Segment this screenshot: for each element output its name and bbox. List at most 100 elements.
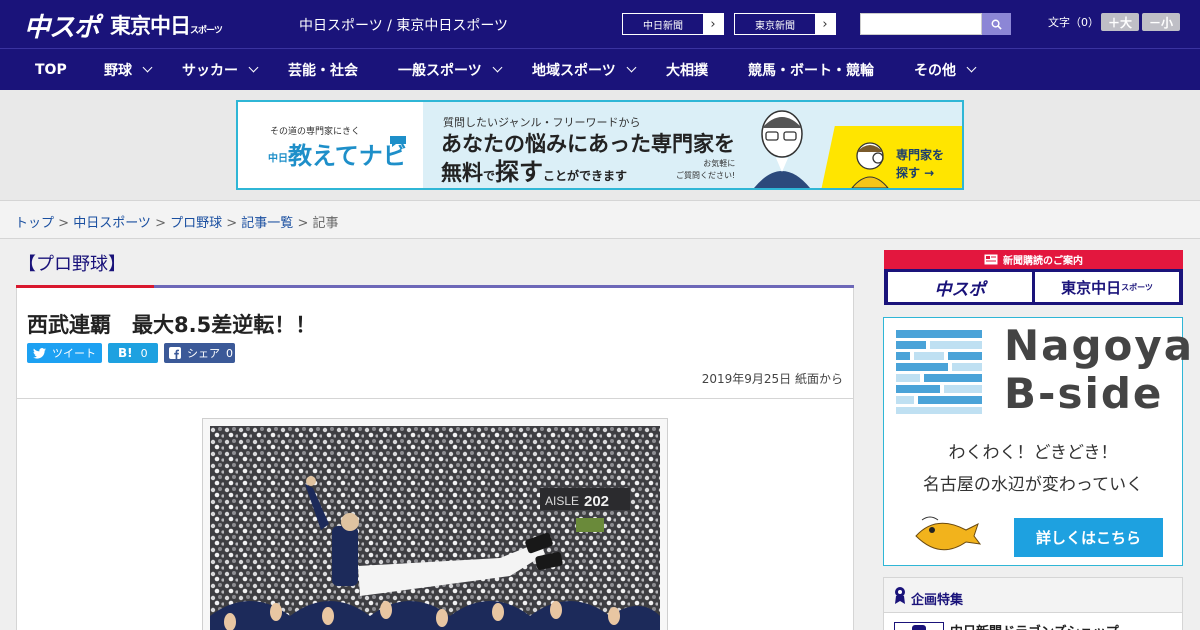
chevron-down-icon [626, 62, 637, 73]
ad-cta-2: 探す → [896, 166, 935, 180]
article-date: 2019年9月25日 紙面から [701, 372, 843, 386]
tokyo-chunichi-logo[interactable]: 東京中日スポーツ [110, 10, 223, 40]
search-button[interactable] [982, 13, 1011, 35]
hatena-bookmark-icon: B! [118, 346, 133, 360]
article-title: 西武連覇 最大8.5差逆転！！ [27, 313, 317, 337]
feature-item-link[interactable]: 中日新聞ドラゴンズショップ [950, 621, 1119, 630]
bside-tagline-1: わくわく！どきどき！ [948, 443, 1118, 463]
hatena-count: 0 [140, 346, 148, 360]
ad-headline-de: で [483, 169, 496, 183]
font-smaller-button[interactable]: －小 [1142, 13, 1180, 31]
twitter-icon [33, 347, 46, 359]
subscribe-chuspo-button[interactable]: 中スポ [888, 272, 1032, 302]
ad-brand-prefix: 中日 [268, 153, 288, 165]
article-category: 【プロ野球】 [18, 254, 126, 275]
nav-item-racing[interactable]: 競馬・ボート・競輪 [748, 49, 874, 91]
chevron-right-icon: › [710, 16, 716, 32]
nav-item-label: 地域スポーツ [532, 63, 616, 79]
breadcrumb-bar: トップ > 中日スポーツ > プロ野球 > 記事一覧 > 記事 [0, 200, 1200, 239]
dragons-shop-thumbnail [894, 622, 944, 630]
nav-item-top[interactable]: TOP [35, 49, 67, 91]
ad-headline-rest: ことができます [543, 169, 628, 183]
subscription-header-label: 新聞購読のご案内 [1003, 256, 1083, 267]
nav-item-label: その他 [914, 63, 956, 79]
newspaper-icon [984, 254, 998, 265]
person-illustration-icon [851, 142, 889, 188]
bside-more-button[interactable]: 詳しくはこちら [1014, 518, 1163, 557]
nav-item-general-sports[interactable]: 一般スポーツ [398, 49, 503, 91]
nav-item-local-sports[interactable]: 地域スポーツ [532, 49, 637, 91]
tweet-button[interactable]: ツイート [27, 343, 102, 363]
nav-item-label: 一般スポーツ [398, 63, 482, 79]
facebook-share-count: 0 [226, 346, 233, 360]
feature-header: 企画特集 [884, 578, 1182, 613]
ribbon-icon [895, 587, 905, 604]
bside-title-1: Nagoya [1004, 321, 1195, 370]
expert-illustration-icon [754, 110, 810, 188]
stadium-celebration-image: AISLE 202 [210, 426, 660, 630]
site-header: 中スポ 東京中日スポーツ 中日スポーツ / 東京中日スポーツ 中日新聞 › 東京… [0, 0, 1200, 48]
chevron-right-icon: › [822, 16, 828, 32]
nav-item-sumo[interactable]: 大相撲 [666, 49, 708, 91]
ebi-fry-mascot-icon [915, 516, 982, 551]
search-icon [991, 19, 1002, 30]
chunichi-shimbun-link[interactable]: 中日新聞 › [622, 13, 724, 35]
facebook-share-label: シェア [187, 347, 220, 360]
tweet-label: ツイート [52, 347, 96, 360]
breadcrumb-article-list[interactable]: 記事一覧 [241, 216, 293, 231]
breadcrumb-current: 記事 [312, 216, 339, 231]
tokyo-chunichi-logo-small: スポーツ [190, 26, 223, 36]
chevron-down-icon [142, 62, 153, 73]
svg-text:AISLE: AISLE [545, 494, 579, 508]
subscribe-tokyo-label: 東京中日 [1061, 278, 1122, 297]
feature-title: 企画特集 [911, 593, 964, 608]
subscribe-tokyo-small: スポーツ [1121, 282, 1153, 292]
nav-item-soccer[interactable]: サッカー [182, 49, 259, 91]
nav-item-other[interactable]: その他 [914, 49, 977, 91]
article-header: 西武連覇 最大8.5差逆転！！ ツイート B! 0 シェア 0 2019年9月2… [16, 288, 854, 399]
breadcrumb: トップ > 中日スポーツ > プロ野球 > 記事一覧 > 記事 [15, 216, 339, 231]
speech-bubble-icon [390, 136, 406, 147]
tokyo-shimbun-link[interactable]: 東京新聞 › [734, 13, 836, 35]
site-search [860, 13, 1011, 35]
ad-headline-search: 探す [495, 158, 544, 186]
nav-item-baseball[interactable]: 野球 [104, 49, 153, 91]
ad-brand: 中日教えてナビ [268, 136, 407, 171]
ad-note-1: お気軽に [703, 159, 736, 168]
nav-item-label: TOP [35, 62, 67, 78]
ad-headline-free: 無料 [441, 161, 483, 185]
nav-item-entertainment[interactable]: 芸能・社会 [288, 49, 358, 91]
nav-item-label: 芸能・社会 [288, 63, 358, 79]
ad-cta[interactable]: 専門家を 探す → [896, 146, 944, 182]
tokyo-chunichi-logo-text: 東京中日 [110, 14, 191, 38]
ad-note-2: ご質問ください! [676, 171, 736, 180]
subscribe-tokyo-chunichi-button[interactable]: 東京中日 スポーツ [1035, 272, 1179, 302]
tokyo-shimbun-label: 東京新聞 [735, 14, 815, 34]
font-larger-button[interactable]: ＋大 [1101, 13, 1139, 31]
chunichi-shimbun-label: 中日新聞 [623, 14, 703, 34]
nagoya-bside-ad[interactable]: Nagoya B-side わくわく！どきどき！ 名古屋の水辺が変わっていく 詳し… [883, 317, 1192, 566]
feature-section: 企画特集 中日新聞ドラゴンズショップ [883, 577, 1183, 630]
chevron-down-icon [248, 62, 259, 73]
bside-title-2: B-side [1004, 369, 1164, 418]
chevron-down-icon [492, 62, 503, 73]
breadcrumb-top[interactable]: トップ [15, 216, 54, 231]
nav-item-label: サッカー [182, 63, 238, 79]
oshiete-navi-ad-banner[interactable]: その道の専門家にきく 中日教えてナビ 質問したいジャンル・フリーワードから あな… [236, 100, 964, 190]
brick-logo-icon [896, 330, 982, 414]
bside-tagline-2: 名古屋の水辺が変わっていく [922, 475, 1144, 495]
main-nav: TOP 野球 サッカー 芸能・社会 一般スポーツ 地域スポーツ 大相撲 競馬・ボ… [0, 48, 1200, 90]
facebook-share-button[interactable]: シェア 0 [164, 343, 235, 363]
font-size-label: 文字（0） [1048, 16, 1099, 29]
site-name[interactable]: 中日スポーツ / 東京中日スポーツ [299, 15, 508, 35]
search-input[interactable] [860, 13, 982, 35]
chuspo-logo[interactable]: 中スポ [24, 7, 100, 44]
newspaper-subscription-box: 新聞購読のご案内 中スポ 東京中日 スポーツ [884, 250, 1183, 305]
facebook-icon [169, 347, 181, 359]
hatena-bookmark-button[interactable]: B! 0 [108, 343, 158, 363]
ad-note: お気軽にご質問ください! [676, 158, 735, 182]
breadcrumb-chunichi-sports[interactable]: 中日スポーツ [73, 216, 151, 231]
chevron-down-icon [966, 62, 977, 73]
breadcrumb-pro-baseball[interactable]: プロ野球 [170, 216, 222, 231]
bside-title: Nagoya B-side [1004, 322, 1194, 418]
